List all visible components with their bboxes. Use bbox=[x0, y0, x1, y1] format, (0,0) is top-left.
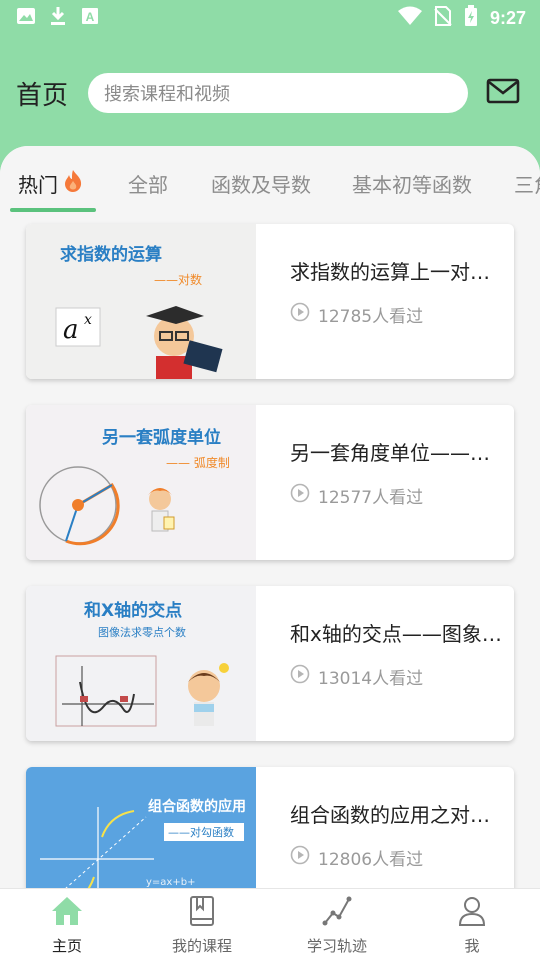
nav-home[interactable]: 主页 bbox=[7, 893, 127, 959]
tab-label: 函数及导数 bbox=[211, 172, 311, 197]
course-title: 组合函数的应用之对勾函数 bbox=[290, 803, 504, 827]
thumb-subheading: —— 弧度制 bbox=[166, 455, 230, 470]
thumb-heading: 求指数的运算 bbox=[60, 244, 162, 265]
nav-learning-track[interactable]: 学习轨迹 bbox=[277, 893, 397, 959]
course-card[interactable]: 另一套弧度单位 —— 弧度制 另一套角度单位——弧度制 bbox=[26, 405, 514, 560]
nav-label: 我 bbox=[464, 937, 480, 955]
user-icon bbox=[454, 893, 490, 929]
view-count-text: 12806人看过 bbox=[318, 850, 424, 870]
tab-all[interactable]: 全部 bbox=[128, 166, 168, 200]
view-count: 12785人看过 bbox=[290, 302, 423, 327]
tab-label: 基本初等函数 bbox=[352, 172, 472, 197]
home-icon bbox=[49, 893, 85, 929]
bottom-nav: 主页 我的课程 学习轨迹 我 bbox=[0, 888, 540, 960]
fire-icon bbox=[62, 169, 84, 198]
nav-label: 主页 bbox=[51, 937, 82, 955]
course-title: 另一套角度单位——弧度制 bbox=[290, 441, 504, 465]
download-icon bbox=[48, 5, 68, 31]
view-count: 13014人看过 bbox=[290, 664, 423, 689]
play-icon bbox=[290, 483, 310, 508]
image-icon bbox=[16, 6, 36, 30]
play-icon bbox=[290, 845, 310, 870]
tab-hot[interactable]: 热门 bbox=[18, 166, 84, 200]
course-card[interactable]: 求指数的运算 ——对数 a x 求指数的运算上一对数的运算 bbox=[26, 224, 514, 379]
tab-label: 三角 bbox=[514, 172, 540, 197]
tab-elementary-functions[interactable]: 基本初等函数 bbox=[352, 166, 472, 200]
thumb-formula: y=ax+b+ bbox=[146, 877, 195, 888]
course-thumbnail: 另一套弧度单位 —— 弧度制 bbox=[26, 405, 256, 560]
thumb-heading: 另一套弧度单位 bbox=[102, 427, 221, 448]
course-title: 求指数的运算上一对数的运算 bbox=[290, 260, 504, 284]
mail-icon bbox=[486, 78, 520, 108]
no-sim-icon bbox=[434, 5, 452, 31]
view-count-text: 12785人看过 bbox=[318, 307, 424, 327]
course-card[interactable]: 和X轴的交点 图像法求零点个数 和x轴的交点——图象法求零点个数 bbox=[26, 586, 514, 741]
thumb-heading: 和X轴的交点 bbox=[84, 600, 182, 621]
course-thumbnail: 组合函数的应用 ——对勾函数 y=ax+b+ bbox=[26, 767, 256, 888]
tab-label: 全部 bbox=[128, 172, 168, 197]
thumb-heading: 组合函数的应用 bbox=[148, 798, 246, 815]
svg-text:A: A bbox=[86, 10, 95, 24]
trajectory-icon bbox=[319, 893, 355, 929]
play-icon bbox=[290, 664, 310, 689]
thumb-subheading: 图像法求零点个数 bbox=[98, 625, 186, 639]
tab-label: 热门 bbox=[18, 172, 58, 197]
nav-label: 学习轨迹 bbox=[306, 937, 367, 955]
app-header: 首页 搜索课程和视频 bbox=[0, 64, 540, 122]
thumb-formula: a bbox=[63, 315, 79, 345]
view-count-text: 12577人看过 bbox=[318, 488, 424, 508]
nav-label: 我的课程 bbox=[171, 937, 232, 955]
status-bar: A 9:27 bbox=[0, 0, 540, 36]
active-tab-indicator bbox=[10, 208, 96, 212]
nav-my-courses[interactable]: 我的课程 bbox=[142, 893, 262, 959]
thumb-subheading: ——对勾函数 bbox=[168, 825, 234, 839]
play-icon bbox=[290, 302, 310, 327]
thumb-subheading: ——对数 bbox=[154, 272, 202, 287]
course-title: 和x轴的交点——图象法求零点个数 bbox=[290, 622, 504, 646]
status-time: 9:27 bbox=[489, 7, 526, 28]
wifi-icon bbox=[397, 6, 422, 30]
page-title: 首页 bbox=[16, 80, 69, 111]
course-thumbnail: 求指数的运算 ——对数 a x bbox=[26, 224, 256, 379]
search-input[interactable]: 搜索课程和视频 bbox=[88, 73, 468, 113]
view-count: 12806人看过 bbox=[290, 845, 423, 870]
tab-trigonometry[interactable]: 三角 bbox=[514, 166, 540, 200]
course-card[interactable]: 组合函数的应用 ——对勾函数 y=ax+b+ 组合函数的应用之对勾函数 1280… bbox=[26, 767, 514, 888]
view-count-text: 13014人看过 bbox=[318, 669, 424, 689]
tab-functions-derivatives[interactable]: 函数及导数 bbox=[211, 166, 311, 200]
view-count: 12577人看过 bbox=[290, 483, 423, 508]
book-icon bbox=[184, 893, 220, 929]
mail-button[interactable] bbox=[486, 78, 520, 108]
search-placeholder: 搜索课程和视频 bbox=[104, 84, 230, 105]
category-tabs: 热门 全部 函数及导数 基本初等函数 三角 bbox=[0, 146, 540, 216]
battery-charging-icon bbox=[464, 5, 478, 31]
thumb-formula-exponent: x bbox=[84, 312, 92, 328]
course-thumbnail: 和X轴的交点 图像法求零点个数 bbox=[26, 586, 256, 741]
font-icon: A bbox=[80, 6, 100, 30]
nav-me[interactable]: 我 bbox=[412, 893, 532, 959]
content-panel: 热门 全部 函数及导数 基本初等函数 三角 求指数的运算 ——对数 bbox=[0, 146, 540, 888]
